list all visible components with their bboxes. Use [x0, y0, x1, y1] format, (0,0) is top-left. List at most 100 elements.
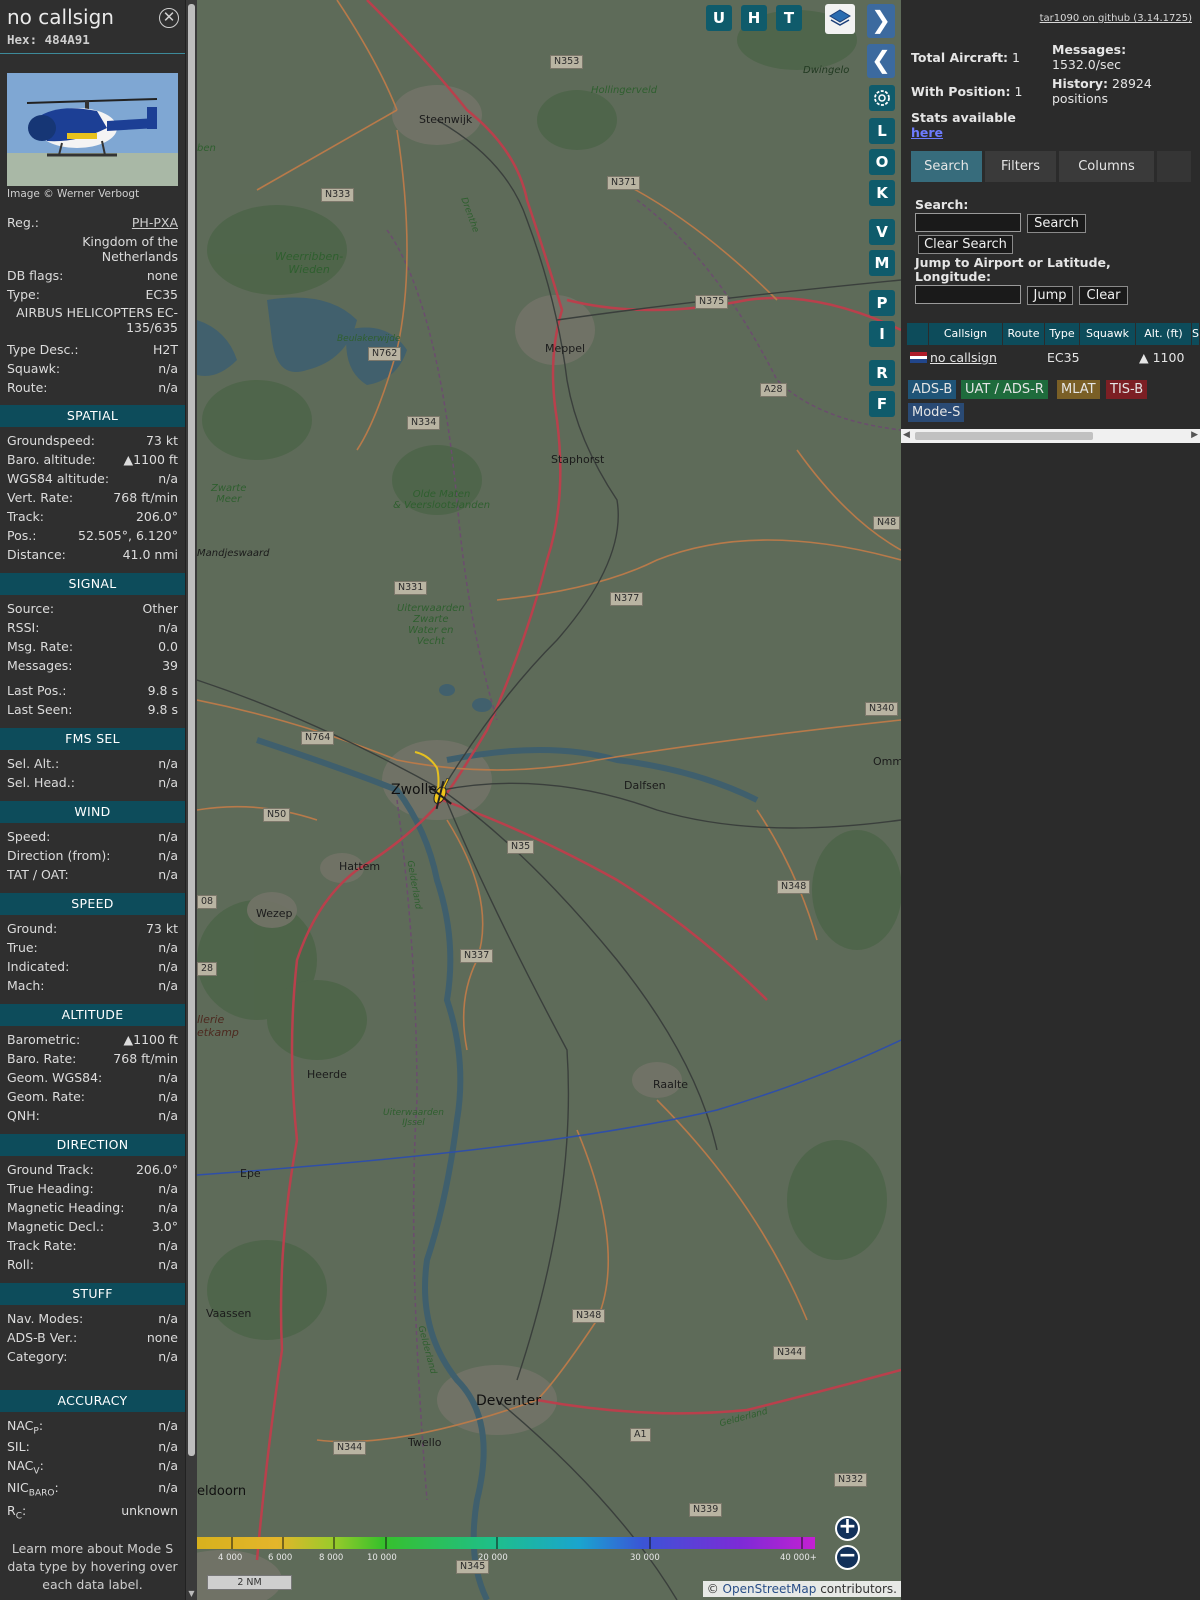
toggle-i-button[interactable]: I [869, 321, 895, 347]
accuracy-label-sub: C [15, 1511, 22, 1522]
spatial-value: 768 ft/min [113, 490, 178, 505]
map-view[interactable]: Steenwijk Dwingelo Hollingerveld ben Wee… [197, 0, 901, 1600]
table-horizontal-scrollbar[interactable]: ◀ ▶ [901, 429, 1200, 443]
fms-value: n/a [158, 756, 178, 771]
section-stuff: STUFF [0, 1283, 185, 1305]
spatial-label: Vert. Rate: [7, 490, 74, 505]
toggle-m-button[interactable]: M [869, 250, 895, 276]
column-header-callsign[interactable]: Callsign [929, 323, 1003, 345]
aircraft-photo[interactable] [7, 73, 178, 186]
layers-icon [829, 9, 851, 26]
toggle-k-button[interactable]: K [869, 180, 895, 206]
toggle-r-button[interactable]: R [869, 360, 895, 386]
info-scrollbar[interactable]: ▼ [185, 0, 197, 1600]
road-shield: N339 [689, 1503, 723, 1517]
accuracy-label-text: NAC [7, 1418, 34, 1433]
close-icon[interactable]: ✕ [159, 8, 179, 28]
messages-stat: Messages: 1532.0/sec [1052, 42, 1126, 72]
speed-label: True: [7, 940, 38, 955]
search-input[interactable] [915, 213, 1021, 232]
collapse-panel-button[interactable]: ❮ [867, 44, 895, 78]
accuracy-label-text: R [7, 1503, 16, 1518]
place-label: Staphorst [551, 453, 605, 466]
jump-button[interactable]: Jump [1027, 286, 1073, 305]
section-speed: SPEED [0, 893, 185, 915]
tag-mode-s[interactable]: Mode-S [908, 403, 965, 422]
hex-code: Hex: 484A91 [7, 32, 90, 47]
tab-filters[interactable]: Filters [985, 151, 1056, 182]
road-shield: N340 [865, 702, 899, 716]
place-label-line: llerie [197, 1013, 225, 1026]
tab-columns[interactable]: Columns [1059, 151, 1154, 182]
speed-label: Ground: [7, 921, 58, 936]
jump-input[interactable] [915, 285, 1021, 304]
minus-icon: − [838, 1543, 857, 1568]
toggle-h-button[interactable]: H [741, 5, 767, 31]
chevron-right-icon: ❯ [870, 6, 892, 34]
section-altitude: ALTITUDE [0, 1004, 185, 1026]
toggle-u-button[interactable]: U [706, 5, 732, 31]
clear-search-button[interactable]: Clear Search [918, 235, 1013, 254]
row-callsign-link[interactable]: no callsign [930, 349, 997, 367]
altitude-value: ▲1100 ft [123, 1032, 178, 1047]
layers-button[interactable] [825, 4, 855, 34]
expand-panel-button[interactable]: ❯ [867, 4, 895, 38]
place-label: Heerde [307, 1068, 347, 1081]
typedesc-value: H2T [153, 342, 178, 357]
osm-link[interactable]: OpenStreetMap [723, 1582, 817, 1596]
zoom-in-button[interactable]: + [835, 1516, 860, 1541]
spatial-value: n/a [158, 471, 178, 486]
road-shield: N353 [550, 55, 584, 69]
accuracy-label: NACV: [7, 1458, 44, 1477]
scroll-right-arrow-icon[interactable]: ▶ [1191, 430, 1198, 440]
search-button[interactable]: Search [1027, 214, 1086, 233]
road-shield: 08 [197, 895, 218, 909]
toggle-o-button[interactable]: O [869, 149, 895, 175]
history-unit: positions [1052, 91, 1109, 106]
note-line3: each data label. [42, 1577, 143, 1592]
squawk-value: n/a [158, 361, 178, 376]
zoom-out-button[interactable]: − [835, 1545, 860, 1570]
altitude-color-legend [197, 1537, 815, 1549]
direction-label: Magnetic Decl.: [7, 1219, 105, 1234]
toggle-l-button[interactable]: L [869, 118, 895, 144]
dbflags-value: none [146, 268, 178, 283]
legend-label: 20 000 [478, 1553, 508, 1563]
tab-search[interactable]: Search [911, 151, 982, 182]
tag-adsb[interactable]: ADS-B [908, 380, 957, 399]
stats-available-label: Stats available [911, 110, 1016, 125]
wind-value: n/a [158, 867, 178, 882]
tag-uat-adsr[interactable]: UAT / ADS-R [961, 380, 1048, 399]
clear-button[interactable]: Clear [1079, 286, 1128, 305]
road-shield: N48 [873, 516, 901, 530]
column-header-squawk[interactable]: Squawk [1080, 323, 1136, 345]
toggle-t-button[interactable]: T [776, 5, 802, 31]
place-label: Beulakerwijde [337, 334, 401, 344]
toggle-f-button[interactable]: F [869, 391, 895, 417]
toggle-v-button[interactable]: V [869, 219, 895, 245]
note-line1: Learn more about Mode S [11, 1541, 174, 1556]
fms-label: Sel. Head.: [7, 775, 75, 790]
signal-label: Messages: [7, 658, 73, 673]
tag-mlat[interactable]: MLAT [1057, 380, 1100, 399]
table-scrollbar-thumb[interactable] [915, 432, 1093, 440]
column-header-route[interactable]: Route [1003, 323, 1045, 345]
stats-here-link[interactable]: here [911, 125, 943, 140]
reg-link[interactable]: PH-PXA [132, 215, 178, 230]
direction-label: Magnetic Heading: [7, 1200, 125, 1215]
github-link[interactable]: tar1090 on github (3.14.1725) [1040, 13, 1192, 24]
tag-tisb[interactable]: TIS-B [1106, 380, 1148, 399]
scroll-down-arrow-icon[interactable]: ▼ [187, 1589, 196, 1598]
column-header-speed[interactable]: S [1192, 323, 1200, 345]
column-header-altitude[interactable]: Alt. (ft) [1136, 323, 1192, 345]
accuracy-value: n/a [158, 1418, 178, 1433]
column-header-type[interactable]: Type [1045, 323, 1080, 345]
toggle-p-button[interactable]: P [869, 290, 895, 316]
scroll-left-arrow-icon[interactable]: ◀ [903, 430, 910, 440]
settings-button[interactable] [869, 85, 895, 111]
info-scrollbar-thumb[interactable] [188, 4, 195, 1456]
legend-label: 8 000 [319, 1553, 344, 1563]
section-direction: DIRECTION [0, 1134, 185, 1156]
stuff-label: Nav. Modes: [7, 1311, 84, 1326]
gear-icon [874, 90, 890, 106]
